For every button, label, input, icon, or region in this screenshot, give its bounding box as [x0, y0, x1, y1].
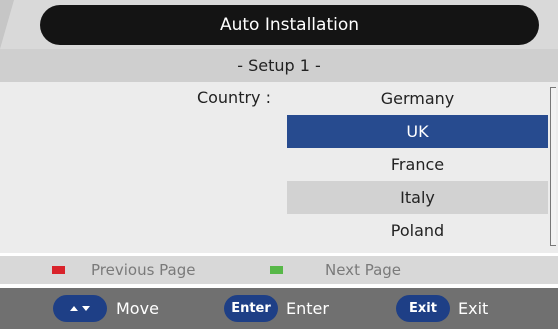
red-key-icon	[52, 266, 65, 274]
list-item-italy[interactable]: Italy	[287, 181, 548, 214]
green-key-icon	[270, 266, 283, 274]
enter-label: Enter	[286, 299, 329, 318]
page-title: Auto Installation	[40, 5, 539, 45]
exit-key-button[interactable]: Exit	[396, 295, 450, 322]
next-page-label[interactable]: Next Page	[325, 261, 401, 279]
list-item-france[interactable]: France	[287, 148, 548, 181]
previous-page-label[interactable]: Previous Page	[91, 261, 195, 279]
arrow-down-icon	[82, 306, 90, 311]
title-band: Auto Installation	[0, 0, 558, 49]
country-label: Country :	[196, 88, 271, 107]
navigation-hint-bar: Move Enter Enter Exit Exit	[0, 288, 558, 329]
enter-key-button[interactable]: Enter	[224, 295, 278, 322]
setup-subtitle: - Setup 1 -	[0, 49, 558, 82]
color-key-hint-bar: Previous Page Next Page	[0, 256, 558, 284]
country-list[interactable]: Germany UK France Italy Poland	[287, 82, 548, 247]
list-scrollbar[interactable]	[550, 87, 556, 246]
up-down-key-button[interactable]	[53, 295, 107, 322]
list-item-poland[interactable]: Poland	[287, 214, 548, 247]
arrow-up-icon	[70, 306, 78, 311]
list-item-uk[interactable]: UK	[287, 115, 548, 148]
corner-decoration	[0, 0, 14, 49]
country-panel: Country : Germany UK France Italy Poland	[0, 82, 558, 253]
list-item-germany[interactable]: Germany	[287, 82, 548, 115]
exit-label: Exit	[458, 299, 489, 318]
move-label: Move	[116, 299, 159, 318]
